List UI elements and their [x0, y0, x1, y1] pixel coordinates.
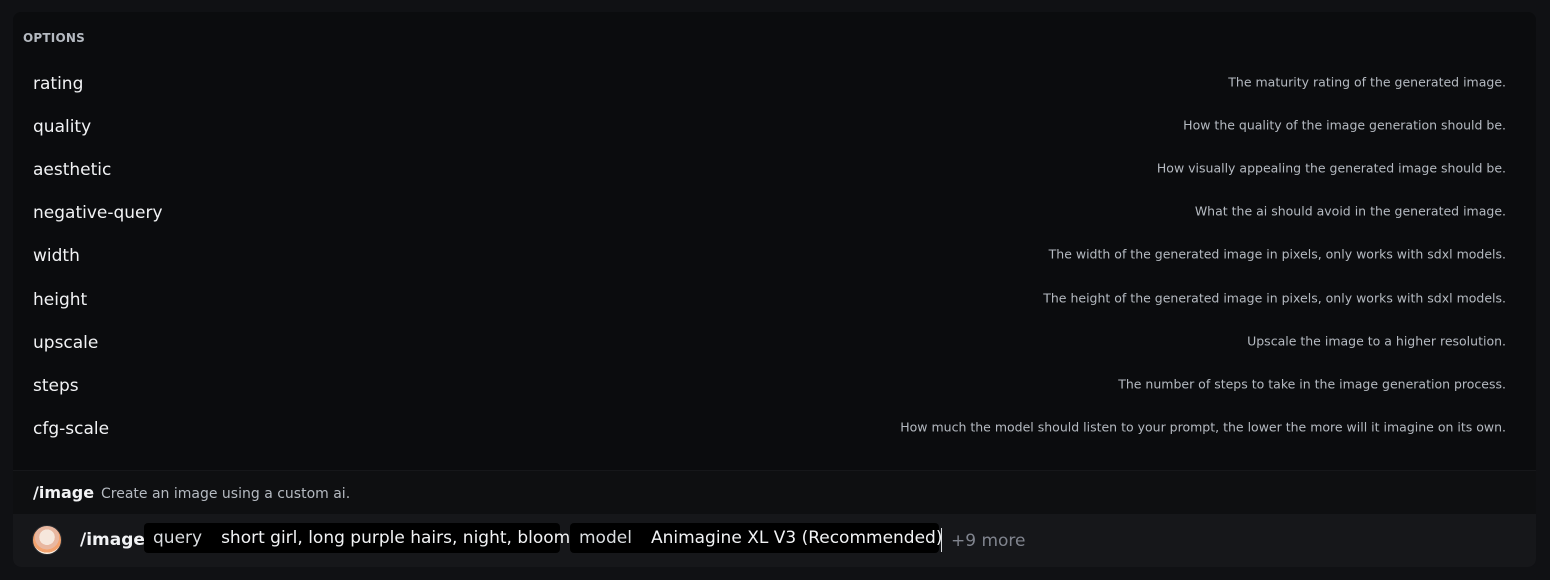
slash-command-label: /image	[80, 530, 145, 550]
command-info-bar: /image Create an image using a custom ai…	[13, 470, 1536, 514]
option-height[interactable]: height The height of the generated image…	[13, 278, 1536, 321]
command-autocomplete-panel: OPTIONS rating The maturity rating of th…	[13, 12, 1536, 567]
option-description: Upscale the image to a higher resolution…	[1247, 333, 1506, 349]
option-list: rating The maturity rating of the genera…	[13, 62, 1536, 451]
option-name: steps	[33, 375, 79, 396]
option-description: How much the model should listen to your…	[900, 419, 1506, 435]
more-options-link[interactable]: +9 more	[951, 531, 1026, 551]
param-key: query	[153, 528, 203, 548]
option-name: upscale	[33, 332, 99, 353]
option-aesthetic[interactable]: aesthetic How visually appealing the gen…	[13, 148, 1536, 191]
option-name: negative-query	[33, 203, 163, 224]
option-name: aesthetic	[33, 159, 112, 180]
text-caret	[941, 528, 942, 552]
param-key: model	[579, 528, 632, 548]
option-name: rating	[33, 73, 84, 94]
command-name: /image	[33, 483, 95, 502]
option-description: The height of the generated image in pix…	[1043, 290, 1506, 306]
param-value[interactable]: short girl, long purple hairs, night, bl…	[202, 528, 581, 548]
option-name: height	[33, 289, 88, 310]
param-value[interactable]: Animagine XL V3 (Recommended)	[632, 528, 954, 548]
message-input-bar[interactable]: /image query short girl, long purple hai…	[13, 514, 1536, 567]
option-width[interactable]: width The width of the generated image i…	[13, 235, 1536, 278]
option-cfg-scale[interactable]: cfg-scale How much the model should list…	[13, 408, 1536, 451]
options-header: OPTIONS	[23, 31, 85, 45]
option-name: quality	[33, 116, 92, 137]
option-description: The number of steps to take in the image…	[1118, 376, 1506, 392]
option-description: What the ai should avoid in the generate…	[1194, 203, 1506, 219]
param-model-pill[interactable]: model Animagine XL V3 (Recommended)	[570, 523, 942, 553]
option-description: How visually appealing the generated ima…	[1156, 160, 1506, 176]
option-description: The maturity rating of the generated ima…	[1228, 74, 1506, 90]
option-description: How the quality of the image generation …	[1183, 117, 1506, 133]
option-upscale[interactable]: upscale Upscale the image to a higher re…	[13, 321, 1536, 364]
command-description: Create an image using a custom ai.	[101, 486, 351, 502]
option-name: cfg-scale	[33, 419, 110, 440]
param-query-pill[interactable]: query short girl, long purple hairs, nig…	[144, 523, 570, 553]
option-name: width	[33, 246, 80, 267]
option-description: The width of the generated image in pixe…	[1048, 247, 1506, 263]
option-negative-query[interactable]: negative-query What the ai should avoid …	[13, 192, 1536, 235]
bot-avatar	[32, 525, 62, 555]
option-rating[interactable]: rating The maturity rating of the genera…	[13, 62, 1536, 105]
option-steps[interactable]: steps The number of steps to take in the…	[13, 364, 1536, 407]
option-quality[interactable]: quality How the quality of the image gen…	[13, 105, 1536, 148]
